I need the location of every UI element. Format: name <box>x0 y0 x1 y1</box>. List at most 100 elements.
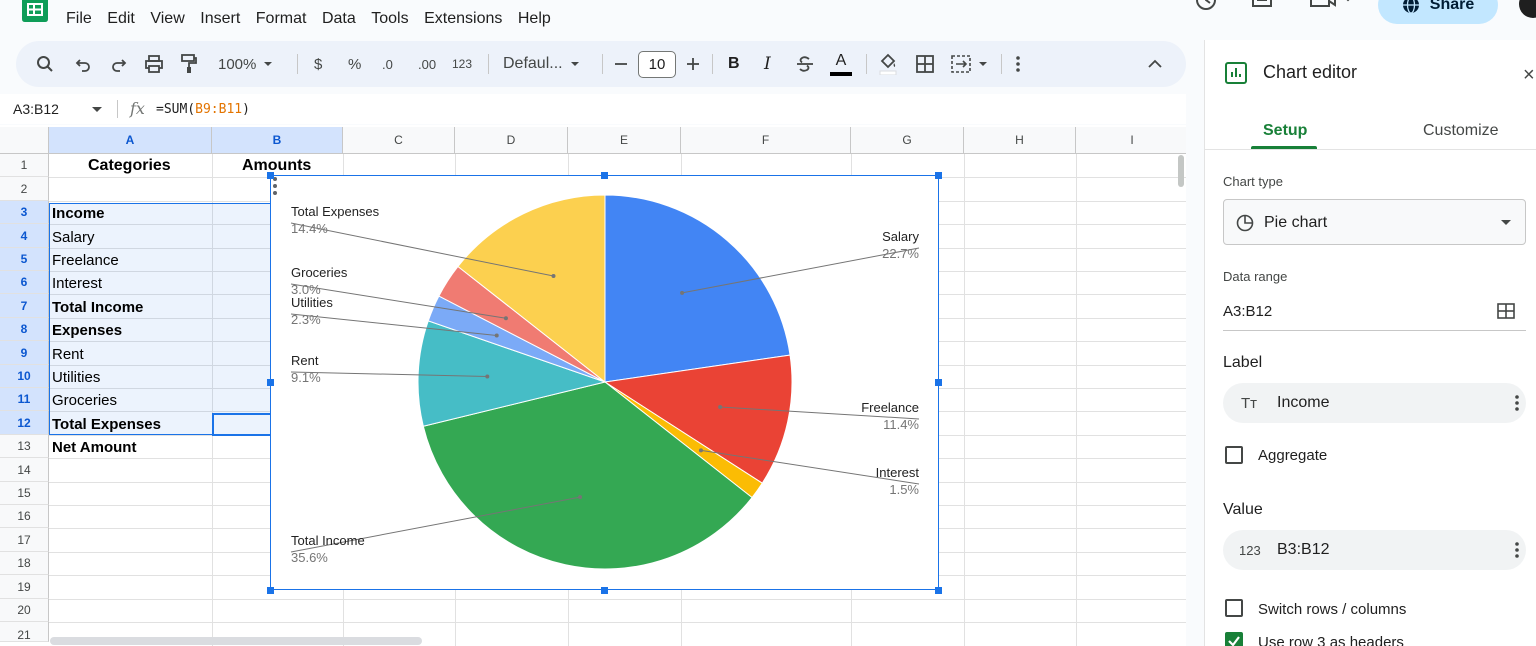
row-header-5[interactable]: 5 <box>0 248 49 271</box>
row-header-8[interactable]: 8 <box>0 318 49 341</box>
switch-rows-columns-checkbox[interactable] <box>1225 599 1243 617</box>
paint-format-icon[interactable] <box>180 41 198 87</box>
comments-icon[interactable] <box>1250 0 1274 14</box>
history-icon[interactable] <box>1194 0 1218 14</box>
merge-cells-icon[interactable] <box>951 41 993 87</box>
row-header-21[interactable]: 21 <box>0 622 49 642</box>
resize-handle[interactable] <box>935 172 942 179</box>
currency-format-button[interactable]: $ <box>314 41 322 87</box>
decrease-font-size-icon[interactable] <box>614 41 628 87</box>
percent-format-button[interactable]: % <box>348 41 361 87</box>
strikethrough-icon[interactable] <box>796 41 814 87</box>
cell-a11[interactable]: Groceries <box>52 392 117 409</box>
close-icon[interactable]: × <box>1523 64 1535 87</box>
zoom-select[interactable]: 100% <box>218 41 278 87</box>
name-box[interactable]: A3:B12 <box>13 101 59 117</box>
decrease-decimals-button[interactable]: .0 <box>382 41 393 87</box>
search-menus-icon[interactable] <box>36 41 54 87</box>
cell-b1[interactable]: Amounts <box>242 157 311 175</box>
chevron-down-icon[interactable] <box>92 107 102 113</box>
cell-a13[interactable]: Net Amount <box>52 439 136 456</box>
column-header-b[interactable]: B <box>212 127 343 154</box>
horizontal-scrollbar-thumb[interactable] <box>50 637 422 645</box>
column-header-c[interactable]: C <box>343 127 455 154</box>
label-chip[interactable]: Tт Income <box>1223 383 1526 423</box>
value-chip[interactable]: 123 B3:B12 <box>1223 530 1526 570</box>
column-header-d[interactable]: D <box>455 127 568 154</box>
cell-a5[interactable]: Freelance <box>52 252 119 269</box>
sheets-logo-icon[interactable] <box>22 0 48 22</box>
cell-a10[interactable]: Utilities <box>52 369 100 386</box>
cell-a9[interactable]: Rent <box>52 346 84 363</box>
data-range-input[interactable]: A3:B12 <box>1223 303 1272 320</box>
text-color-button[interactable]: A <box>830 41 852 87</box>
row-header-17[interactable]: 17 <box>0 528 49 552</box>
resize-handle[interactable] <box>935 379 942 386</box>
borders-icon[interactable] <box>916 41 934 87</box>
column-header-a[interactable]: A <box>49 127 212 154</box>
menu-help[interactable]: Help <box>518 10 551 28</box>
row-header-7[interactable]: 7 <box>0 294 49 318</box>
select-all-corner[interactable] <box>0 127 49 154</box>
grid-select-icon[interactable] <box>1497 303 1515 319</box>
menu-view[interactable]: View <box>150 10 184 28</box>
increase-font-size-icon[interactable] <box>686 41 700 87</box>
menu-edit[interactable]: Edit <box>107 10 135 28</box>
cell-a3[interactable]: Income <box>52 205 105 222</box>
column-header-f[interactable]: F <box>681 127 851 154</box>
more-options-icon[interactable] <box>1014 41 1022 87</box>
column-header-e[interactable]: E <box>568 127 681 154</box>
row-header-14[interactable]: 14 <box>0 458 49 482</box>
increase-decimals-button[interactable]: .00 <box>418 41 436 87</box>
scrollbar-thumb[interactable] <box>1178 155 1184 187</box>
collapse-toolbar-icon[interactable] <box>1148 41 1162 87</box>
row-header-18[interactable]: 18 <box>0 552 49 575</box>
menu-file[interactable]: File <box>66 10 92 28</box>
row-header-16[interactable]: 16 <box>0 505 49 528</box>
number-format-button[interactable]: 123 <box>452 41 472 87</box>
row-header-4[interactable]: 4 <box>0 224 49 248</box>
cell-a6[interactable]: Interest <box>52 275 102 292</box>
row-header-1[interactable]: 1 <box>0 154 49 177</box>
resize-handle[interactable] <box>601 587 608 594</box>
row-header-15[interactable]: 15 <box>0 482 49 505</box>
column-header-h[interactable]: H <box>964 127 1076 154</box>
resize-handle[interactable] <box>267 379 274 386</box>
pie-slice-salary[interactable] <box>604 194 791 383</box>
bold-button[interactable]: B <box>728 41 740 87</box>
italic-button[interactable]: I <box>764 41 771 87</box>
cell-a7[interactable]: Total Income <box>52 299 143 316</box>
active-cell[interactable] <box>212 413 272 436</box>
row-header-10[interactable]: 10 <box>0 365 49 388</box>
cell-a8[interactable]: Expenses <box>52 322 122 339</box>
pie-chart[interactable]: Salary 22.7% Freelance 11.4% Interest 1.5% Tot… <box>270 175 939 590</box>
row-header-6[interactable]: 6 <box>0 271 49 294</box>
row-header-2[interactable]: 2 <box>0 177 49 201</box>
cell-a1[interactable]: Categories <box>88 157 171 175</box>
column-header-i[interactable]: I <box>1076 127 1186 154</box>
row-header-19[interactable]: 19 <box>0 575 49 599</box>
menu-format[interactable]: Format <box>256 10 307 28</box>
resize-handle[interactable] <box>935 587 942 594</box>
formula-input[interactable]: =SUM(B9:B11) <box>156 102 250 117</box>
row-header-20[interactable]: 20 <box>0 599 49 622</box>
aggregate-checkbox[interactable] <box>1225 446 1243 464</box>
row-header-11[interactable]: 11 <box>0 388 49 411</box>
chart-type-select[interactable]: Pie chart <box>1223 199 1526 245</box>
row-header-13[interactable]: 13 <box>0 435 49 458</box>
cell-a12[interactable]: Total Expenses <box>52 416 161 433</box>
menu-tools[interactable]: Tools <box>371 10 408 28</box>
row-header-9[interactable]: 9 <box>0 341 49 365</box>
row-header-3[interactable]: 3 <box>0 201 49 224</box>
cell-a4[interactable]: Salary <box>52 229 95 246</box>
avatar[interactable] <box>1519 0 1536 18</box>
chart-menu-icon[interactable] <box>271 176 279 196</box>
print-icon[interactable] <box>145 41 163 87</box>
more-options-icon[interactable] <box>1514 394 1520 412</box>
menu-data[interactable]: Data <box>322 10 356 28</box>
resize-handle[interactable] <box>267 587 274 594</box>
vertical-scrollbar[interactable] <box>1176 155 1186 625</box>
tab-setup[interactable]: Setup <box>1263 122 1307 140</box>
resize-handle[interactable] <box>601 172 608 179</box>
column-header-g[interactable]: G <box>851 127 964 154</box>
